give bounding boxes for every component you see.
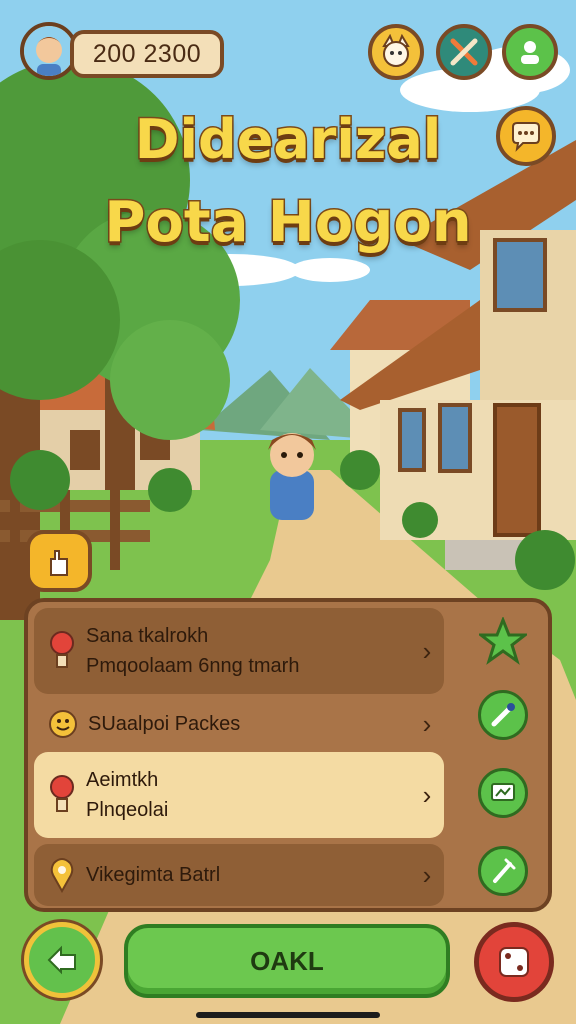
map-pin-icon (50, 858, 74, 893)
hand-button[interactable] (26, 530, 92, 592)
tools-button[interactable] (436, 24, 492, 80)
dice-button[interactable] (474, 922, 554, 1002)
hand-icon (50, 550, 68, 576)
chevron-right-icon: › (422, 635, 432, 666)
smiley-icon (49, 710, 77, 738)
menu-item-1-subtitle: Pmqoolaam 6nng tmarh (86, 655, 300, 677)
coin-counter: 200 2300 (70, 30, 224, 78)
pet-icon (382, 34, 410, 67)
game-title-line-1: Didearizal (133, 107, 443, 173)
lightbulb-icon (50, 775, 74, 812)
star-icon (479, 617, 527, 665)
pen-icon (491, 703, 515, 727)
profile-button[interactable] (502, 24, 558, 80)
menu-item-2-title: SUaalpoi Packes (88, 713, 241, 735)
lightbulb-icon (50, 631, 74, 668)
pet-button[interactable] (368, 24, 424, 80)
fork-button[interactable] (478, 846, 528, 896)
dice-icon (499, 947, 529, 977)
profile-icon (521, 41, 539, 64)
star-button[interactable] (478, 616, 528, 666)
home-indicator[interactable] (196, 1012, 380, 1018)
menu-item-4-title: Vikegimta Batrl (86, 864, 221, 886)
chevron-right-icon: › (422, 779, 432, 810)
menu-item-3-title: Aeimtkh (86, 769, 159, 791)
ok-button[interactable]: OAKL (124, 924, 450, 998)
menu-item-1-title: Sana tkalrokh (86, 625, 209, 647)
menu-item-2[interactable]: SUaalpoi Packes › (34, 698, 444, 750)
menu-item-3[interactable]: Aeimtkh Plnqeolai › (34, 752, 444, 838)
menu-item-3-subtitle: Plnqeolai (86, 799, 169, 821)
avatar-icon (24, 26, 74, 76)
screen-icon (491, 783, 515, 801)
menu-item-4[interactable]: Vikegimta Batrl › (34, 844, 444, 906)
fork-icon (493, 858, 516, 883)
chevron-right-icon: › (422, 708, 432, 739)
game-title-line-2: Pota Hogon (103, 189, 473, 257)
chevron-right-icon: › (422, 859, 432, 890)
menu-item-1[interactable]: Sana tkalrokh Pmqoolaam 6nng tmarh › (34, 608, 444, 694)
screen-button[interactable] (478, 768, 528, 818)
pen-button[interactable] (478, 690, 528, 740)
crossed-tools-icon (450, 38, 478, 66)
back-button[interactable] (24, 922, 100, 998)
menu-panel: Sana tkalrokh Pmqoolaam 6nng tmarh › SUa… (24, 598, 552, 912)
back-arrow-icon (47, 945, 76, 975)
